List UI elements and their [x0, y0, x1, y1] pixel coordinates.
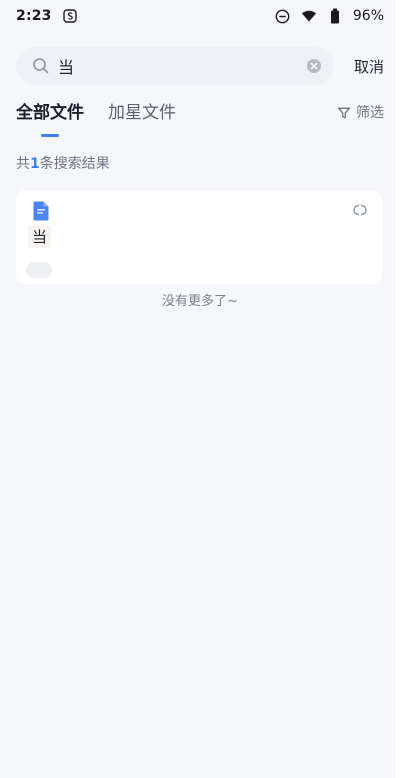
notification-s-icon — [62, 8, 78, 24]
status-right: 96% — [275, 8, 384, 24]
no-more-results: 没有更多了~ — [162, 294, 238, 309]
scroll-edge — [396, 0, 400, 778]
tab-all-files-label: 全部文件 — [16, 103, 84, 123]
tab-starred-files[interactable]: 加星文件 — [108, 98, 176, 128]
search-icon — [32, 57, 50, 75]
results-summary: 共1条搜索结果 — [16, 154, 110, 174]
results-prefix: 共 — [16, 156, 30, 172]
do-not-disturb-icon — [275, 8, 291, 24]
filter-button[interactable]: 筛选 — [337, 98, 384, 128]
filter-label: 筛选 — [356, 105, 384, 121]
battery-percentage: 96% — [352, 8, 384, 24]
status-left: 2:23 — [16, 8, 78, 24]
doc-icon — [33, 201, 49, 221]
results-suffix: 条搜索结果 — [39, 156, 110, 172]
active-tab-indicator — [41, 134, 59, 137]
search-result-card[interactable]: 当 — [16, 190, 382, 284]
tab-starred-files-label: 加星文件 — [108, 103, 176, 123]
battery-icon — [327, 8, 343, 24]
status-time: 2:23 — [16, 8, 52, 24]
results-count: 1 — [30, 156, 40, 172]
search-input[interactable] — [58, 56, 298, 76]
status-bar: 2:23 96% — [0, 0, 400, 32]
file-tabs: 全部文件 加星文件 筛选 — [16, 98, 384, 142]
cancel-button[interactable]: 取消 — [354, 56, 384, 77]
tab-all-files[interactable]: 全部文件 — [16, 98, 84, 137]
search-box[interactable] — [16, 47, 334, 85]
filter-icon — [337, 106, 351, 120]
clear-icon[interactable] — [306, 58, 322, 74]
result-snippet: 当 — [28, 226, 52, 248]
result-meta — [26, 262, 52, 278]
search-row: 取消 — [16, 46, 384, 86]
wifi-icon — [301, 8, 317, 24]
more-icon[interactable] — [352, 202, 368, 218]
